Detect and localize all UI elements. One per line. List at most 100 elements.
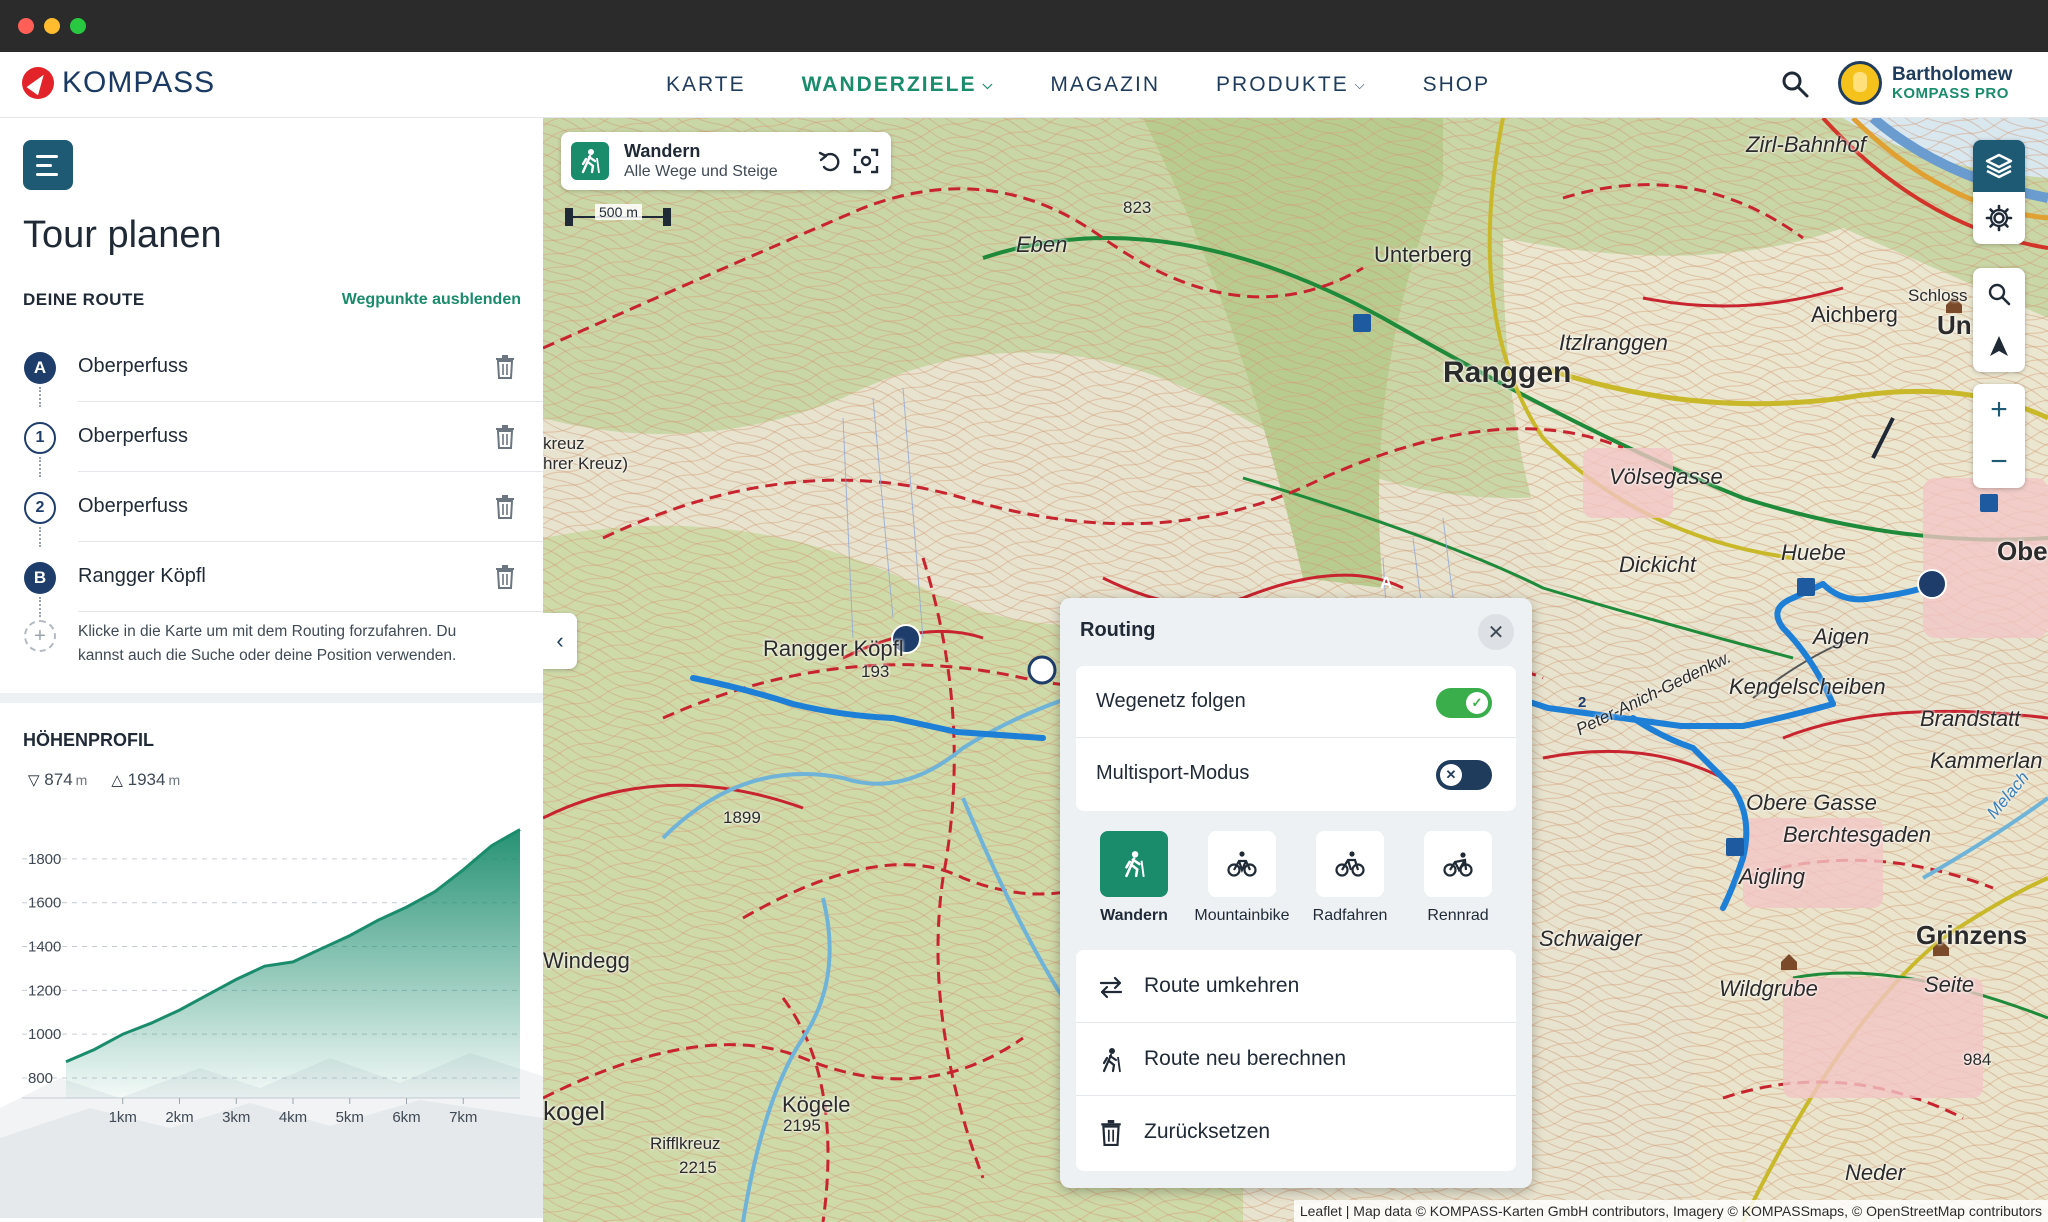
nav-link-produkte[interactable]: PRODUKTE ⌵ <box>1216 73 1367 97</box>
close-icon: ✕ <box>1487 621 1505 644</box>
user-tier: KOMPASS PRO <box>1892 85 2009 102</box>
elevation-area <box>66 829 520 1098</box>
route-waypoint-2-marker[interactable] <box>1027 655 1057 685</box>
mountainbike-icon <box>1227 851 1257 877</box>
waypoint-item[interactable]: B Rangger Köpfl <box>0 542 543 617</box>
map-navigation-controls <box>1973 268 2025 372</box>
elevation-min: ▽ 874 m <box>28 770 88 789</box>
map-label-obe: Obe <box>1997 536 2048 566</box>
nav-link-shop[interactable]: SHOP <box>1423 73 1491 97</box>
follow-network-row[interactable]: Wegenetz folgen ✓ <box>1076 666 1516 738</box>
chevron-down-icon: ⌵ <box>982 77 995 92</box>
map-label-wildgrube: Wildgrube <box>1719 976 1818 1001</box>
reset-route-label: Zurücksetzen <box>1144 1120 1271 1143</box>
activity-mode-selector[interactable]: Wandern Alle Wege und Steige <box>561 132 891 190</box>
waypoint-badge: A <box>24 352 56 384</box>
add-waypoint-icon[interactable]: + <box>24 620 56 652</box>
mode-title: Wandern <box>624 141 701 161</box>
maximize-window-button[interactable] <box>70 18 86 34</box>
descent-icon: ▽ <box>28 772 40 789</box>
routing-options: Wegenetz folgen ✓ Multisport-Modus ✕ <box>1076 666 1516 811</box>
y-tick-label: 1000 <box>28 1026 61 1043</box>
sport-option-rennrad[interactable]: Rennrad <box>1404 831 1512 931</box>
marker-label-2: 2 <box>1578 694 1587 711</box>
user-name: Bartholomew <box>1892 64 2013 85</box>
search-icon <box>1988 283 2011 306</box>
routing-hint: Klicke in die Karte um mit dem Routing f… <box>78 623 457 664</box>
waypoint-item[interactable]: 2 Oberperfuss <box>0 472 543 547</box>
map-label-windegg: Windegg <box>543 948 630 973</box>
fit-route-icon[interactable] <box>853 148 879 174</box>
map-layer-controls <box>1973 140 2025 244</box>
elevation-profile-chart[interactable]: 800 1000 1200 1400 1600 1800 1km 2km 3km 4km 5km 6k… <box>0 808 543 1218</box>
swap-icon <box>1099 976 1123 999</box>
zoom-out-button[interactable]: − <box>1973 436 2025 488</box>
y-tick-label: 1800 <box>28 851 61 868</box>
map-label-unterberg: Unterberg <box>1374 242 1472 267</box>
hide-waypoints-link[interactable]: Wegpunkte ausblenden <box>342 291 521 309</box>
map-label-kogele: Kögele <box>782 1092 851 1117</box>
map-label-koepfl-height: 193 <box>861 662 890 681</box>
map-label-schloss: Schloss F <box>1908 286 1983 305</box>
close-window-button[interactable] <box>18 18 34 34</box>
map-scale: 500 m <box>565 204 671 226</box>
map-search-button[interactable] <box>1973 268 2025 320</box>
layers-button[interactable] <box>1973 140 2025 192</box>
add-waypoint-row[interactable]: + Klicke in die Karte um mit dem Routing… <box>0 612 543 682</box>
follow-network-toggle[interactable]: ✓ <box>1436 688 1492 718</box>
recalculate-route-button[interactable]: Route neu berechnen <box>1076 1023 1516 1096</box>
search-icon[interactable] <box>1780 69 1810 99</box>
bicycle-icon <box>1335 851 1365 877</box>
route-start-marker[interactable] <box>1917 569 1947 599</box>
nav-link-wanderziele[interactable]: WANDERZIELE ⌵ <box>802 73 995 97</box>
undo-icon[interactable] <box>817 148 843 174</box>
minimize-window-button[interactable] <box>44 18 60 34</box>
main-menu: KARTE WANDERZIELE ⌵ MAGAZIN PRODUKTE ⌵ SHO… <box>666 52 1490 118</box>
compass-logo-icon <box>22 67 54 99</box>
locate-me-button[interactable] <box>1973 320 2025 372</box>
map-label-eben: Eben <box>1016 232 1068 257</box>
map-settings-button[interactable] <box>1973 192 2025 244</box>
map-label-height-823: 823 <box>1123 198 1152 217</box>
hiking-icon <box>571 142 609 180</box>
map-label-seite: Seite <box>1924 972 1975 997</box>
delete-waypoint-icon[interactable] <box>494 425 516 449</box>
x-tick-label: 6km <box>392 1109 420 1126</box>
x-tick-label: 7km <box>449 1109 477 1126</box>
collapse-sidebar-button[interactable]: ‹ <box>543 613 577 669</box>
reset-route-button[interactable]: Zurücksetzen <box>1076 1096 1516 1169</box>
elevation-heading: HÖHENPROFIL <box>23 730 155 750</box>
delete-waypoint-icon[interactable] <box>494 355 516 379</box>
waypoint-item[interactable]: A Oberperfuss <box>0 332 543 407</box>
sport-option-radfahren[interactable]: Radfahren <box>1296 831 1404 931</box>
top-navigation: KOMPASS KARTE WANDERZIELE ⌵ MAGAZIN PRODU… <box>0 52 2048 118</box>
zoom-in-button[interactable]: + <box>1973 384 2025 436</box>
waypoint-list: A Oberperfuss 1 Oberperfuss 2 Oberperfus… <box>0 332 543 682</box>
nav-link-karte[interactable]: KARTE <box>666 73 746 97</box>
hiking-recalc-icon <box>1102 1048 1121 1073</box>
x-tick-label: 4km <box>279 1109 307 1126</box>
sidebar-menu-button[interactable] <box>23 140 73 190</box>
map-label-height-984: 984 <box>1963 1050 1992 1069</box>
delete-waypoint-icon[interactable] <box>494 565 516 589</box>
map-label-height-1899: 1899 <box>723 808 761 827</box>
chevron-down-icon: ⌵ <box>1354 77 1367 92</box>
close-routing-button[interactable]: ✕ <box>1478 614 1514 650</box>
multisport-toggle[interactable]: ✕ <box>1436 760 1492 790</box>
scale-label: 500 m <box>595 204 642 220</box>
kompass-logo[interactable]: KOMPASS <box>22 66 215 100</box>
marker-label-a: A <box>1380 573 1393 592</box>
reverse-route-button[interactable]: Route umkehren <box>1076 950 1516 1023</box>
sport-option-mountainbike[interactable]: Mountainbike <box>1188 831 1296 931</box>
delete-waypoint-icon[interactable] <box>494 495 516 519</box>
reverse-route-label: Route umkehren <box>1144 974 1300 997</box>
map-label-itzlranggen: Itzlranggen <box>1559 330 1668 355</box>
waypoint-item[interactable]: 1 Oberperfuss <box>0 402 543 477</box>
nav-link-magazin[interactable]: MAGAZIN <box>1050 73 1160 97</box>
sport-option-wandern[interactable]: Wandern <box>1080 831 1188 931</box>
elevation-max: △ 1934 m <box>111 770 181 789</box>
multisport-row[interactable]: Multisport-Modus ✕ <box>1076 738 1516 810</box>
user-menu[interactable]: Bartholomew KOMPASS PRO <box>1838 61 2012 105</box>
waypoint-name: Oberperfuss <box>78 495 189 517</box>
plus-icon: + <box>1990 393 2008 426</box>
